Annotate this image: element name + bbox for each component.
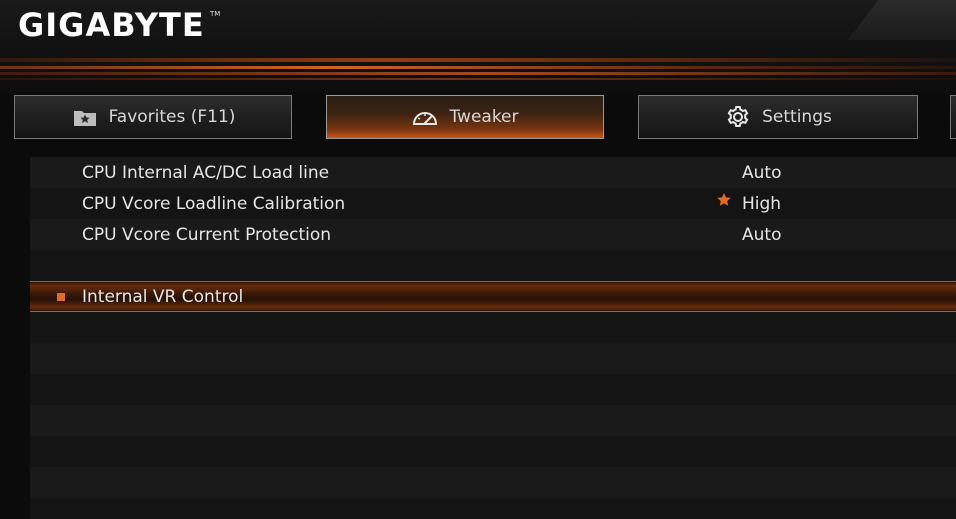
setting-label: CPU Vcore Loadline Calibration — [82, 193, 346, 214]
star-icon — [717, 193, 731, 206]
setting-row-empty — [30, 312, 956, 343]
tab-next-partial[interactable] — [950, 95, 956, 139]
setting-row-empty — [30, 405, 956, 436]
bios-screen: GIGABYTE TM Favorites (F11) Tweaker Sett… — [0, 0, 956, 519]
setting-row-empty — [30, 250, 956, 281]
setting-row-internal-vr-control[interactable]: Internal VR Control — [30, 281, 956, 312]
setting-row-ac-dc-loadline[interactable]: CPU Internal AC/DC Load line Auto — [30, 157, 956, 188]
gigabyte-logo: GIGABYTE — [18, 6, 205, 44]
tab-settings[interactable]: Settings — [638, 95, 918, 139]
setting-row-vcore-current-protection[interactable]: CPU Vcore Current Protection Auto — [30, 219, 956, 250]
setting-row-vcore-llc[interactable]: CPU Vcore Loadline Calibration High — [30, 188, 956, 219]
settings-list: CPU Internal AC/DC Load line Auto CPU Vc… — [30, 157, 956, 519]
header-light-streak — [0, 66, 956, 69]
setting-label: CPU Internal AC/DC Load line — [82, 162, 330, 183]
header-light-streak — [0, 72, 956, 75]
tab-tweaker[interactable]: Tweaker — [326, 95, 604, 139]
submenu-marker-icon — [57, 292, 65, 301]
setting-label: CPU Vcore Current Protection — [82, 224, 332, 245]
setting-row-empty — [30, 467, 956, 498]
favorites-folder-icon — [73, 111, 96, 126]
gear-icon — [727, 106, 749, 127]
tab-tweaker-label: Tweaker — [449, 107, 519, 127]
setting-value[interactable]: Auto — [742, 163, 781, 183]
header-bar: GIGABYTE TM — [0, 0, 956, 92]
tab-settings-label: Settings — [762, 107, 832, 127]
header-light-streak — [0, 58, 956, 62]
speedometer-icon — [413, 112, 438, 125]
setting-value[interactable]: High — [742, 194, 781, 214]
trademark-mark: TM — [210, 10, 221, 18]
setting-label: Internal VR Control — [82, 286, 244, 307]
tab-favorites[interactable]: Favorites (F11) — [14, 95, 292, 139]
setting-row-empty — [30, 498, 956, 519]
header-light-streak — [0, 78, 956, 80]
header-slant-decoration — [848, 0, 956, 40]
setting-value[interactable]: Auto — [742, 225, 781, 245]
setting-row-empty — [30, 343, 956, 374]
setting-row-empty — [30, 374, 956, 405]
setting-row-empty — [30, 436, 956, 467]
tab-favorites-label: Favorites (F11) — [108, 107, 236, 127]
